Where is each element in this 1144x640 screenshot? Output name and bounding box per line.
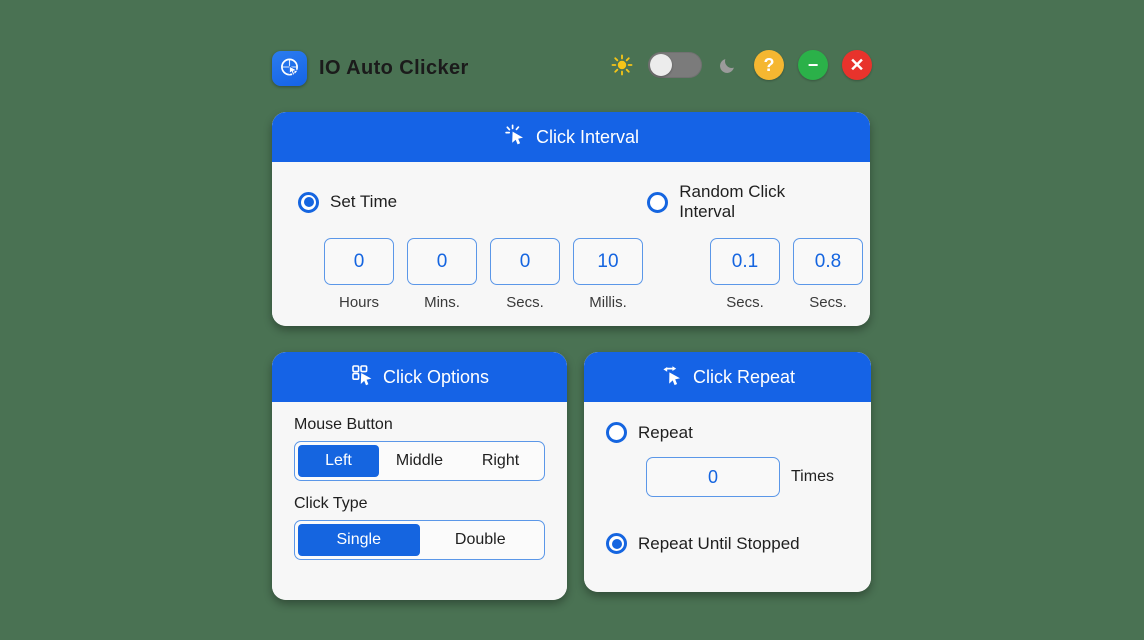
random-max-field: 0.8 Secs. (793, 238, 863, 311)
random-min-label: Secs. (726, 294, 764, 311)
repeat-times-label: Times (791, 468, 834, 485)
repeat-count-input[interactable]: 0 (646, 457, 780, 497)
theme-toggle-switch[interactable] (648, 52, 702, 78)
page-title: IO Auto Clicker (319, 56, 469, 79)
seconds-field: 0 Secs. (490, 238, 560, 311)
repeat-radio-option[interactable]: Repeat (606, 422, 849, 443)
repeat-radio[interactable] (606, 422, 627, 443)
interval-fields-row: 0 Hours 0 Mins. 0 Secs. 10 Millis. 0.1 S… (272, 238, 870, 311)
click-interval-title: Click Interval (535, 126, 640, 147)
hours-input[interactable]: 0 (324, 238, 394, 285)
minutes-field: 0 Mins. (407, 238, 477, 311)
set-time-radio-option[interactable]: Set Time (298, 191, 647, 213)
click-repeat-title: Click Repeat (692, 366, 796, 387)
hours-label: Hours (338, 294, 379, 311)
repeat-until-stopped-radio-option[interactable]: Repeat Until Stopped (606, 533, 849, 554)
repeat-cursor-icon (660, 363, 684, 392)
auto-clicker-app-icon (272, 50, 307, 86)
mouse-button-option-right[interactable]: Right (460, 445, 541, 477)
moon-icon[interactable] (716, 53, 740, 77)
click-cursor-sparkle-icon (503, 123, 527, 152)
close-button[interactable]: ✕ (842, 50, 872, 80)
random-interval-field-group: 0.1 Secs. 0.8 Secs. (710, 238, 863, 311)
seconds-input[interactable]: 0 (490, 238, 560, 285)
random-min-input[interactable]: 0.1 (710, 238, 780, 285)
mouse-button-label: Mouse Button (294, 416, 393, 433)
toggle-knob (650, 54, 672, 76)
grid-cursor-icon (350, 363, 374, 392)
repeat-until-stopped-radio[interactable] (606, 533, 627, 554)
click-interval-header: Click Interval (272, 112, 870, 162)
click-options-title: Click Options (382, 366, 490, 387)
click-type-segmented-control: Single Double (294, 520, 545, 560)
millis-label: Millis. (589, 294, 627, 311)
click-type-option-double[interactable]: Double (420, 524, 542, 556)
seconds-label: Secs. (506, 294, 544, 311)
hours-field: 0 Hours (324, 238, 394, 311)
click-type-label: Click Type (294, 495, 368, 512)
click-interval-panel: Click Interval Set Time Random Click Int… (272, 112, 870, 326)
set-time-label: Set Time (330, 192, 398, 211)
minimize-button[interactable]: − (798, 50, 828, 80)
click-options-header: Click Options (272, 352, 567, 402)
click-repeat-body: Repeat 0 Times Repeat Until Stopped (584, 402, 871, 592)
click-repeat-header: Click Repeat (584, 352, 871, 402)
click-interval-body: Set Time Random Click Interval 0 Hours 0 (272, 162, 870, 326)
random-max-label: Secs. (809, 294, 847, 311)
random-interval-label: Random Click Interval (679, 182, 786, 221)
mouse-button-option-middle[interactable]: Middle (379, 445, 460, 477)
set-time-field-group: 0 Hours 0 Mins. 0 Secs. 10 Millis. (324, 238, 643, 311)
millis-field: 10 Millis. (573, 238, 643, 311)
window-controls: ? − ✕ (610, 50, 872, 80)
random-interval-radio[interactable] (647, 191, 669, 213)
random-interval-radio-option[interactable]: Random Click Interval (647, 182, 844, 222)
help-button[interactable]: ? (754, 50, 784, 80)
repeat-label: Repeat (638, 422, 693, 442)
click-options-panel: Click Options Mouse Button Left Middle R… (272, 352, 567, 600)
repeat-until-stopped-label: Repeat Until Stopped (638, 533, 800, 553)
set-time-radio[interactable] (298, 191, 319, 213)
random-min-field: 0.1 Secs. (710, 238, 780, 311)
millis-input[interactable]: 10 (573, 238, 643, 285)
interval-mode-radio-group: Set Time Random Click Interval (298, 182, 844, 222)
repeat-count-row: 0 Times (646, 457, 849, 497)
click-repeat-panel: Click Repeat Repeat 0 Times Repeat Until… (584, 352, 871, 592)
title-bar: IO Auto Clicker ? − ✕ (272, 38, 872, 98)
mouse-button-segmented-control: Left Middle Right (294, 441, 545, 481)
mouse-button-option-left[interactable]: Left (298, 445, 379, 477)
minutes-label: Mins. (424, 294, 460, 311)
random-max-input[interactable]: 0.8 (793, 238, 863, 285)
click-type-option-single[interactable]: Single (298, 524, 420, 556)
auto-clicker-window: IO Auto Clicker ? − ✕ Click Interval Set… (272, 38, 872, 600)
sun-icon[interactable] (610, 53, 634, 77)
click-options-body: Mouse Button Left Middle Right Click Typ… (272, 402, 567, 600)
minutes-input[interactable]: 0 (407, 238, 477, 285)
